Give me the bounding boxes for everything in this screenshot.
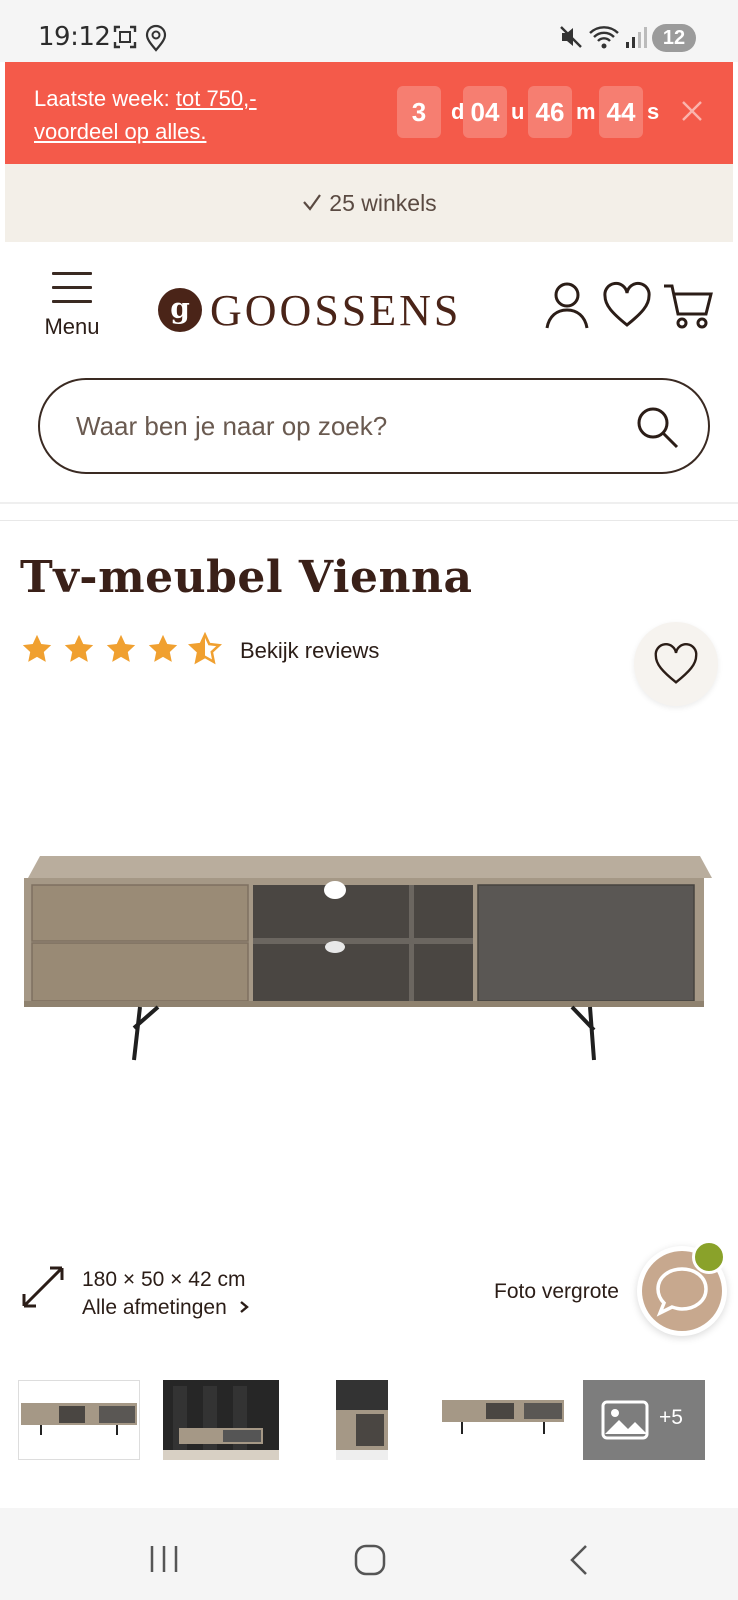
all-dimensions-label: Alle afmetingen — [82, 1296, 227, 1319]
promo-text: Laatste week: tot 750,- voordeel op alle… — [34, 82, 364, 148]
promo-link-part2[interactable]: voordeel op alles. — [34, 119, 206, 144]
countdown-days: 3 d — [397, 86, 464, 138]
countdown-hours: 04 u — [463, 86, 524, 138]
status-time: 19:12 — [38, 22, 111, 52]
star-icon — [64, 634, 94, 662]
star-icon — [106, 634, 136, 662]
heart-icon[interactable] — [602, 280, 652, 335]
promo-banner: Laatste week: tot 750,- voordeel op alle… — [5, 62, 733, 164]
countdown-seconds-value: 44 — [599, 86, 643, 138]
dimensions-block: 180 × 50 × 42 cm Alle afmetingen — [82, 1266, 249, 1322]
status-bar: 19:12 12 — [0, 0, 738, 62]
search-input[interactable] — [76, 380, 596, 472]
home-icon[interactable] — [354, 1544, 386, 1581]
screenshot-icon — [112, 24, 138, 55]
image-gallery-icon — [601, 1400, 649, 1445]
chevron-right-icon — [239, 1294, 249, 1322]
all-dimensions-link[interactable]: Alle afmetingen — [82, 1294, 249, 1322]
countdown-hours-value: 04 — [463, 86, 507, 138]
thumbnail-4[interactable] — [440, 1380, 566, 1460]
countdown-minutes-unit: m — [576, 99, 596, 124]
online-indicator — [692, 1240, 726, 1274]
search-icon[interactable] — [634, 404, 680, 455]
notification-badge: 12 — [652, 24, 696, 52]
promo-prefix: Laatste week: — [34, 86, 176, 111]
mute-icon — [558, 24, 584, 55]
star-icon — [148, 634, 178, 662]
heart-icon — [654, 643, 698, 684]
recent-apps-icon[interactable] — [148, 1544, 180, 1579]
system-nav-bar — [0, 1508, 738, 1600]
stores-label: 25 winkels — [329, 190, 437, 216]
hamburger-icon — [36, 272, 108, 303]
more-photos-count: +5 — [659, 1406, 683, 1429]
back-icon[interactable] — [566, 1544, 590, 1581]
reviews-link[interactable]: Bekijk reviews — [240, 638, 379, 664]
close-icon[interactable] — [677, 96, 707, 126]
site-header: Menu g GOOSSENS — [0, 242, 738, 502]
thumbnail-strip: +5 — [18, 1380, 720, 1460]
countdown-minutes: 46 m — [528, 86, 596, 138]
countdown-seconds: 44 s — [599, 86, 659, 138]
promo-link-part1[interactable]: tot 750,- — [176, 86, 257, 111]
checkmark-icon — [301, 166, 323, 244]
search-bar[interactable] — [38, 378, 710, 474]
logo-text: GOOSSENS — [210, 285, 462, 335]
logo[interactable]: g GOOSSENS — [158, 282, 461, 338]
menu-button[interactable]: Menu — [36, 272, 108, 340]
countdown-hours-unit: u — [511, 99, 525, 124]
star-icon — [22, 634, 52, 662]
cart-icon[interactable] — [662, 280, 714, 335]
wishlist-button[interactable] — [634, 622, 718, 706]
location-icon — [144, 24, 168, 57]
dimensions-value: 180 × 50 × 42 cm — [82, 1268, 246, 1291]
wifi-icon — [588, 24, 620, 55]
logo-mark: g — [158, 288, 202, 332]
account-icon[interactable] — [544, 280, 590, 335]
star-rating[interactable] — [20, 632, 230, 666]
product-image[interactable] — [20, 820, 720, 1110]
thumbnail-1[interactable] — [18, 1380, 140, 1460]
thumbnail-3[interactable] — [336, 1380, 388, 1460]
stores-strip[interactable]: 25 winkels — [5, 164, 733, 242]
menu-label: Menu — [44, 314, 100, 339]
countdown-seconds-unit: s — [647, 99, 660, 124]
star-half-icon — [188, 632, 222, 665]
divider — [0, 520, 738, 521]
thumbnail-2[interactable] — [163, 1380, 279, 1460]
product-title: Tv-meubel Vienna — [20, 552, 473, 603]
resize-arrow-icon — [18, 1262, 68, 1317]
photo-zoom-link[interactable]: Foto vergrote — [494, 1280, 619, 1304]
countdown-minutes-value: 46 — [528, 86, 572, 138]
signal-icon — [624, 24, 648, 55]
divider — [0, 502, 738, 504]
more-photos-button[interactable]: +5 — [583, 1380, 705, 1460]
countdown-days-value: 3 — [397, 86, 441, 138]
